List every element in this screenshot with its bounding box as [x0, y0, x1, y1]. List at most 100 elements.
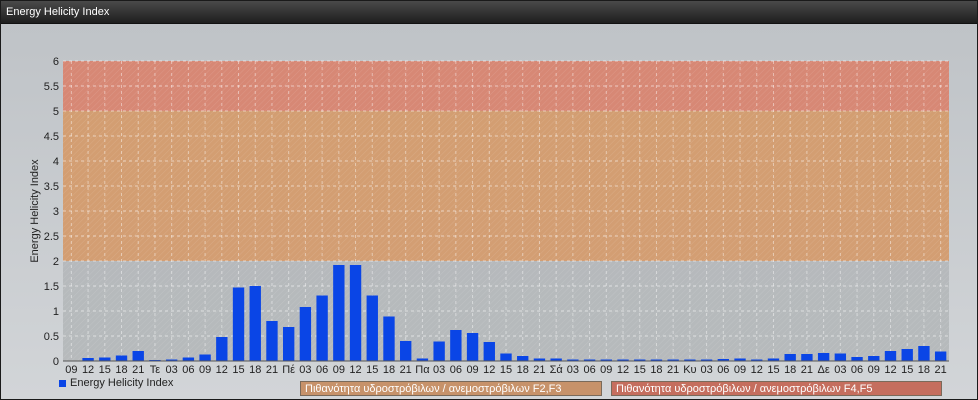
x-tick-label: Τε [150, 364, 161, 376]
y-tick-label: 5 [53, 106, 59, 118]
bar [266, 321, 278, 361]
x-tick-label: 18 [115, 364, 127, 376]
x-tick-label: 21 [533, 364, 545, 376]
x-tick-label: Δε [817, 364, 829, 376]
bar [918, 346, 930, 361]
bar [450, 330, 462, 361]
bar [316, 295, 328, 361]
x-tick-label: 18 [650, 364, 662, 376]
bar [934, 351, 947, 361]
x-tick-label: 15 [99, 364, 111, 376]
bar [333, 265, 345, 361]
bar [466, 333, 479, 361]
bar [851, 357, 863, 361]
chart-window: Energy Helicity Index 0 0.5 1 1.5 2 2.5 3 3.5 4 4… [0, 0, 978, 400]
bar [216, 337, 228, 361]
x-tick-label: 15 [500, 364, 512, 376]
x-tick-label: 18 [918, 364, 930, 376]
x-tick-label: 12 [483, 364, 495, 376]
y-axis-label: Energy Helicity Index [29, 159, 41, 263]
bar [784, 354, 796, 361]
x-tick-label: 21 [801, 364, 813, 376]
bar [483, 342, 495, 361]
legend-series-label: Energy Helicity Index [70, 377, 174, 389]
x-tick-label: 06 [182, 364, 194, 376]
x-tick-label: Πα [415, 364, 430, 376]
x-tick-label: 06 [450, 364, 462, 376]
y-tick-label: 0.5 [44, 331, 59, 343]
x-tick-label: 12 [216, 364, 228, 376]
x-tick-label: Σά [550, 364, 564, 376]
y-tick-label: 5.5 [44, 81, 59, 93]
x-tick-label: 03 [166, 364, 178, 376]
x-tick-label: 18 [383, 364, 395, 376]
x-tick-label: 09 [600, 364, 612, 376]
y-tick-label: 1 [53, 306, 59, 318]
y-tick-label: 6 [53, 56, 59, 68]
bar [500, 353, 512, 361]
x-tick-label: 12 [82, 364, 94, 376]
x-tick-label: Πέ [282, 364, 295, 376]
bar [132, 351, 144, 361]
bar [199, 354, 211, 361]
x-tick-label: 18 [249, 364, 261, 376]
x-tick-label: 15 [232, 364, 244, 376]
x-tick-label: 12 [349, 364, 361, 376]
y-tick-label: 3 [53, 206, 59, 218]
ehi-bar-chart: 0 0.5 1 1.5 2 2.5 3 3.5 4 4.5 5 5.5 6 09 12 15 18 21 Τε 03 0… [29, 56, 949, 376]
x-tick-label: 09 [333, 364, 345, 376]
bar [366, 295, 378, 361]
x-tick-label: 21 [935, 364, 947, 376]
x-tick-label: 03 [433, 364, 445, 376]
x-tick-label: 06 [583, 364, 595, 376]
x-tick-label: 03 [700, 364, 712, 376]
y-tick-label: 2.5 [44, 231, 59, 243]
bar [249, 286, 261, 361]
bar [383, 316, 395, 361]
legend-series[interactable]: Energy Helicity Index [59, 377, 173, 389]
x-tick-label: 21 [132, 364, 144, 376]
bar [433, 341, 445, 361]
x-tick-label: 12 [884, 364, 896, 376]
legend-band-f4-f5[interactable]: Πιθανότητα υδροστρόβιλων / ανεμοστρόβιλω… [611, 381, 942, 396]
bar [400, 341, 412, 361]
x-tick-label: 15 [767, 364, 779, 376]
x-tick-label: 15 [901, 364, 913, 376]
bar [299, 307, 312, 361]
y-tick-label: 2 [53, 256, 59, 268]
bar [884, 351, 897, 361]
x-tick-label: Κυ [683, 364, 696, 376]
x-tick-label: 18 [784, 364, 796, 376]
x-tick-label: 12 [617, 364, 629, 376]
x-tick-label: 18 [517, 364, 529, 376]
x-tick-label: 21 [667, 364, 679, 376]
y-tick-label: 4 [53, 156, 59, 168]
legend-band-f2-f3[interactable]: Πιθανότητα υδροστρόβιλων / ανεμοστρόβιλω… [300, 381, 602, 396]
x-tick-label: 12 [751, 364, 763, 376]
x-tick-label: 03 [299, 364, 311, 376]
bar [834, 353, 847, 361]
bar [99, 357, 111, 361]
x-tick-label: 09 [868, 364, 880, 376]
x-tick-label: 09 [466, 364, 478, 376]
x-tick-label: 15 [634, 364, 646, 376]
y-tick-label: 3.5 [44, 181, 59, 193]
y-tick-label: 0 [53, 356, 59, 368]
x-tick-label: 03 [567, 364, 579, 376]
bar [868, 356, 880, 361]
bar [232, 287, 245, 361]
bar [182, 357, 195, 361]
x-tick-label: 15 [366, 364, 378, 376]
legend-swatch [59, 379, 66, 387]
x-tick-label: 09 [199, 364, 211, 376]
x-tick-label: 21 [266, 364, 278, 376]
x-tick-label: 03 [834, 364, 846, 376]
x-tick-label: 06 [851, 364, 863, 376]
bar [817, 353, 830, 361]
bar [349, 265, 362, 361]
bar [115, 355, 128, 361]
x-tick-label: 06 [717, 364, 729, 376]
x-tick-label: 06 [316, 364, 328, 376]
y-tick-label: 4.5 [44, 131, 59, 143]
bar [517, 356, 529, 361]
